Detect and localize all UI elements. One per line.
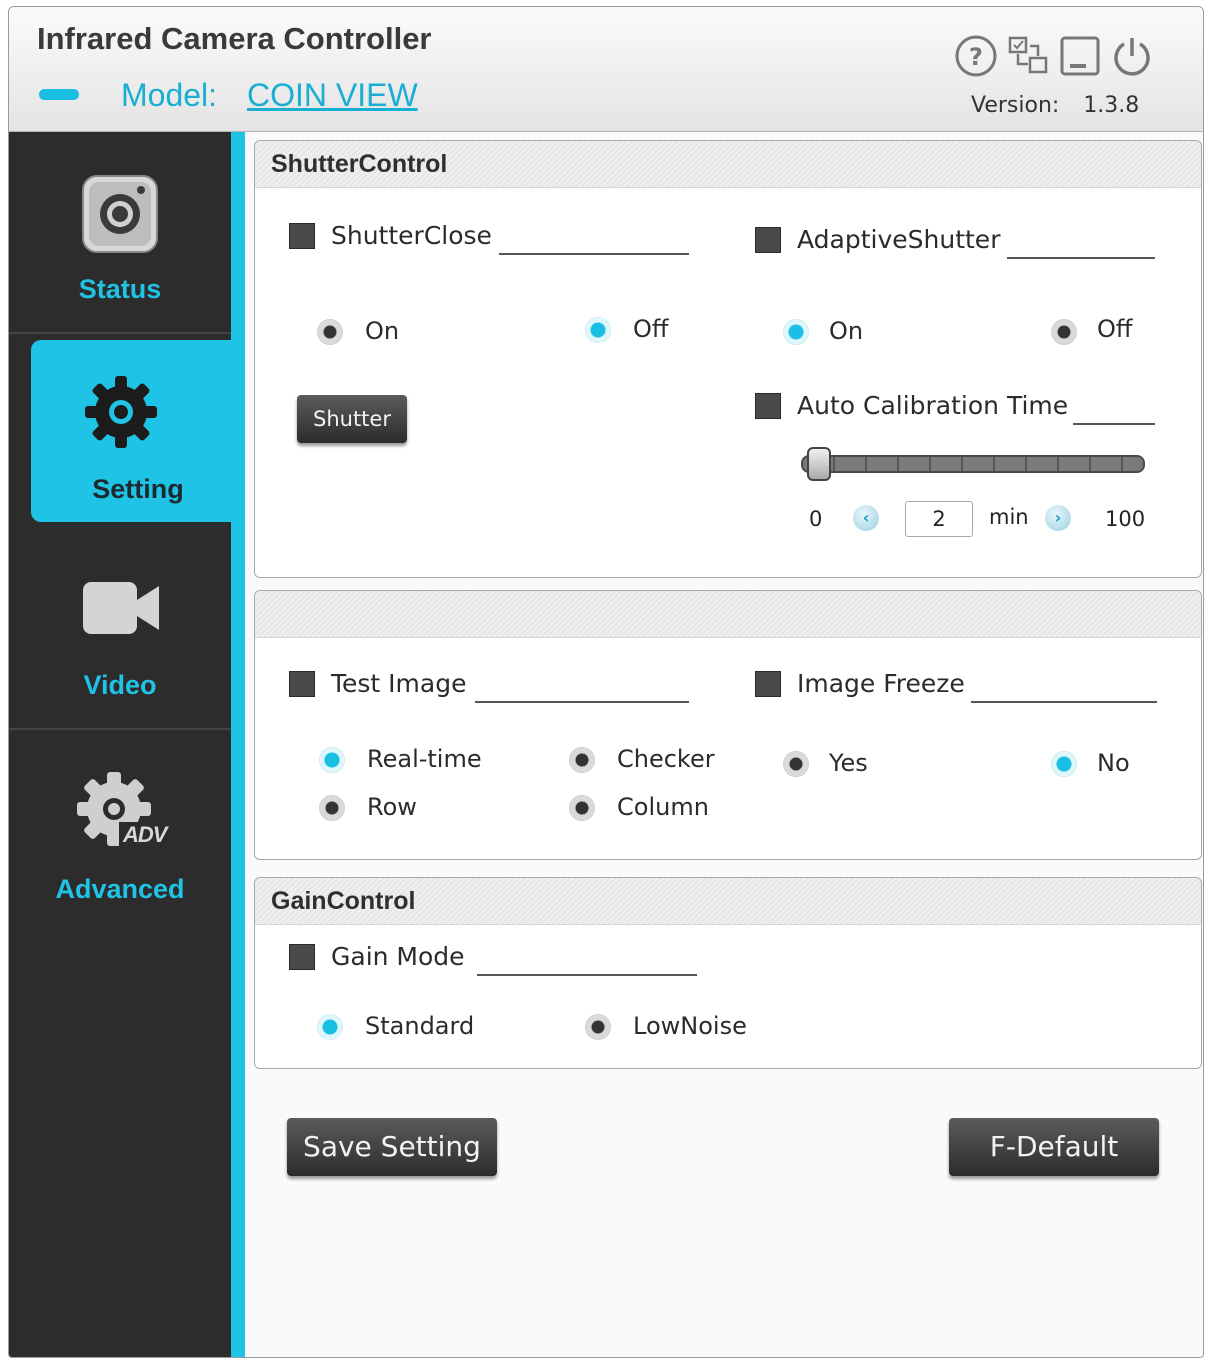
adaptive-shutter-label: AdaptiveShutter <box>797 225 1001 254</box>
divider <box>9 332 231 334</box>
freeze-yes-radio[interactable] <box>783 751 809 777</box>
adaptive-shutter-on-radio[interactable] <box>783 319 809 345</box>
gain-mode-label: Gain Mode <box>331 942 465 971</box>
sidebar-item-status[interactable]: Status <box>9 132 231 332</box>
gain-mode-checkbox[interactable] <box>289 944 315 970</box>
radio-label: Real-time <box>367 745 482 773</box>
calibration-time-input[interactable]: 2 <box>905 501 973 537</box>
adv-badge: ADV <box>123 822 167 847</box>
sidebar-item-label: Video <box>83 670 157 700</box>
gain-control-group: GainControl Gain Mode Standard LowNoise <box>254 877 1202 1069</box>
radio-label: Row <box>367 793 417 821</box>
sidebar-item-label: Setting <box>92 474 184 504</box>
radio-label: On <box>829 317 864 345</box>
version-label: Version: <box>971 93 1060 118</box>
adaptive-shutter-off-radio[interactable] <box>1051 319 1077 345</box>
shutter-close-on-radio[interactable] <box>317 319 343 345</box>
camera-icon <box>81 172 159 263</box>
group-title <box>255 591 1201 638</box>
divider <box>9 728 231 730</box>
video-camera-icon <box>81 580 161 643</box>
calibration-slider-thumb[interactable] <box>807 447 832 481</box>
connection-icon[interactable] <box>1005 33 1051 79</box>
calibration-slider-track[interactable] <box>801 455 1145 473</box>
divider <box>1073 423 1155 425</box>
sidebar-item-label: Status <box>78 274 162 304</box>
gear-icon <box>83 374 159 457</box>
gain-lownoise-radio[interactable] <box>585 1014 611 1040</box>
sidebar-item-advanced[interactable]: ADV Advanced <box>9 732 231 932</box>
status-indicator <box>39 89 79 100</box>
group-title: GainControl <box>255 878 1201 925</box>
sidebar-item-setting[interactable]: Setting <box>31 340 245 522</box>
adaptive-shutter-checkbox[interactable] <box>755 227 781 253</box>
model-label: Model: <box>121 77 218 113</box>
shutter-close-off-radio[interactable] <box>585 317 611 343</box>
divider <box>477 974 697 976</box>
radio-label: Yes <box>829 749 868 777</box>
sidebar-item-label: Advanced <box>55 874 185 904</box>
shutter-control-group: ShutterControl ShutterClose On Off Shutt… <box>254 140 1202 578</box>
slider-max-label: 100 <box>1105 507 1146 531</box>
version-readout: Version: 1.3.8 <box>971 93 1139 118</box>
sidebar-accent-bar <box>231 132 245 1357</box>
image-freeze-label: Image Freeze <box>797 669 965 698</box>
minimize-icon[interactable] <box>1057 33 1103 79</box>
help-icon[interactable]: ? <box>953 33 999 79</box>
row-radio[interactable] <box>319 795 345 821</box>
sidebar-item-video[interactable]: Video <box>9 528 231 726</box>
divider <box>475 701 689 703</box>
window-controls: ? <box>953 33 1155 79</box>
checker-radio[interactable] <box>569 747 595 773</box>
group-title: ShutterControl <box>255 141 1201 188</box>
gain-standard-radio[interactable] <box>317 1014 343 1040</box>
unit-label: min <box>989 505 1029 529</box>
test-image-label: Test Image <box>331 669 467 698</box>
auto-calibration-label: Auto Calibration Time <box>797 391 1069 420</box>
auto-calibration-checkbox[interactable] <box>755 393 781 419</box>
save-setting-button[interactable]: Save Setting <box>287 1118 497 1176</box>
column-radio[interactable] <box>569 795 595 821</box>
radio-label: On <box>365 317 400 345</box>
version-value: 1.3.8 <box>1083 93 1140 118</box>
power-icon[interactable] <box>1109 33 1155 79</box>
advanced-gear-icon: ADV <box>75 770 171 861</box>
image-test-group: Test Image Real-time Checker Row Column … <box>254 590 1202 860</box>
image-freeze-checkbox[interactable] <box>755 671 781 697</box>
radio-label: Checker <box>617 745 715 773</box>
freeze-no-radio[interactable] <box>1051 751 1077 777</box>
increment-icon[interactable]: › <box>1045 505 1071 531</box>
divider <box>499 253 689 255</box>
radio-label: Off <box>1097 315 1133 343</box>
divider <box>971 701 1157 703</box>
app-title: Infrared Camera Controller <box>37 21 432 56</box>
test-image-checkbox[interactable] <box>289 671 315 697</box>
shutter-close-label: ShutterClose <box>331 221 492 250</box>
shutter-close-checkbox[interactable] <box>289 223 315 249</box>
model-link[interactable]: COIN VIEW <box>247 77 418 114</box>
radio-label: Off <box>633 315 669 343</box>
radio-label: Column <box>617 793 709 821</box>
radio-label: Standard <box>365 1012 475 1040</box>
slider-min-label: 0 <box>809 507 823 531</box>
title-bar: Infrared Camera Controller Model: COIN V… <box>9 7 1203 132</box>
radio-label: LowNoise <box>633 1012 747 1040</box>
app-window: Infrared Camera Controller Model: COIN V… <box>8 6 1204 1358</box>
svg-text:?: ? <box>969 43 983 71</box>
sidebar: Status Setting Video ADV Advanced <box>9 132 245 1357</box>
realtime-radio[interactable] <box>319 747 345 773</box>
decrement-icon[interactable]: ‹ <box>853 505 879 531</box>
settings-panel: ShutterControl ShutterClose On Off Shutt… <box>245 132 1203 1357</box>
shutter-button[interactable]: Shutter <box>297 395 407 443</box>
factory-default-button[interactable]: F-Default <box>949 1118 1159 1176</box>
divider <box>1007 257 1155 259</box>
radio-label: No <box>1097 749 1130 777</box>
